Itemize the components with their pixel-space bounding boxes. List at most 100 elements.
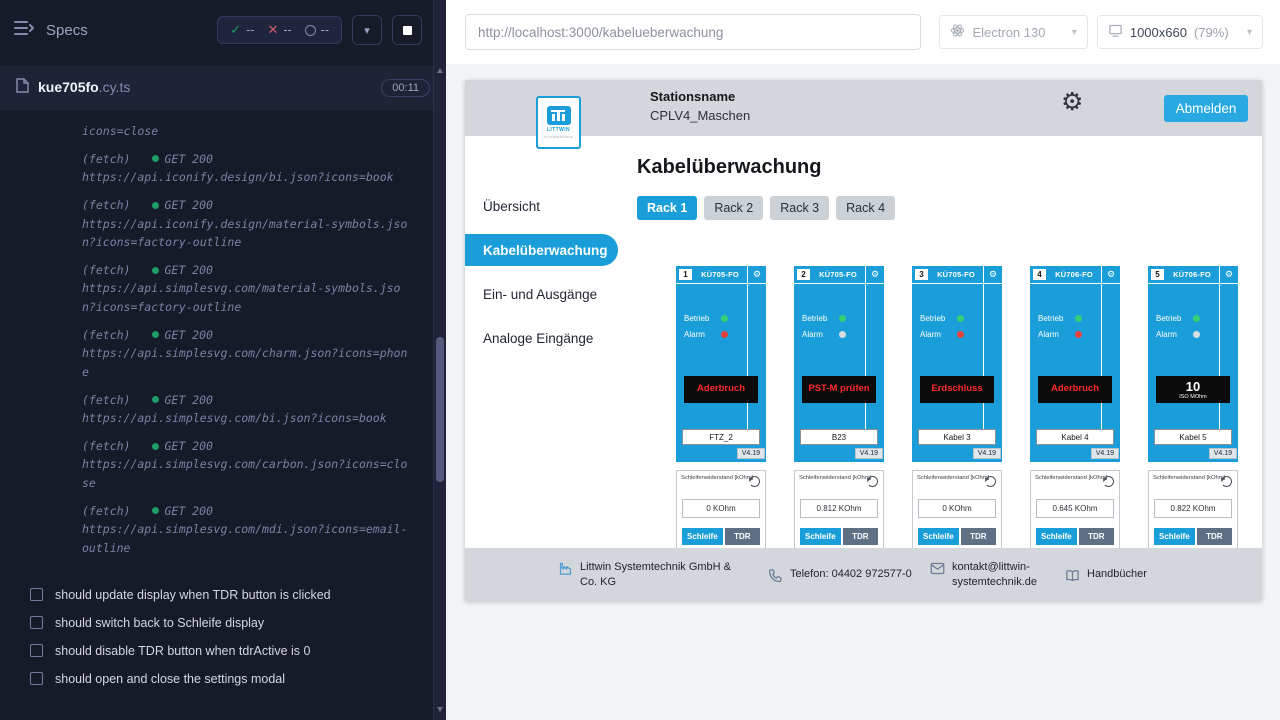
fetch-log-entry[interactable]: (fetch)GET 200 https://api.iconify.desig… — [82, 150, 434, 187]
device-gear-icon[interactable]: ⚙ — [866, 270, 884, 279]
tab-rack-4[interactable]: Rack 4 — [836, 196, 895, 220]
alarm-status-box: PST-M prüfen — [802, 376, 876, 403]
browser-select[interactable]: Electron 130 ▾ — [939, 15, 1087, 49]
refresh-icon[interactable] — [749, 476, 760, 487]
sidebar-item-kabelueberwachung[interactable]: Kabelüberwachung — [465, 234, 618, 266]
alarm-led — [957, 331, 964, 338]
logout-button[interactable]: Abmelden — [1164, 95, 1248, 122]
tdr-button[interactable]: TDR — [1197, 528, 1232, 545]
firmware-version: V4.19 — [1209, 448, 1237, 459]
device-card: 4 KÜ706-FO ⚙ Betrieb Alarm Aderbruch Kab… — [1030, 266, 1120, 556]
tdr-button[interactable]: TDR — [725, 528, 760, 545]
scroll-down-icon[interactable] — [437, 707, 443, 712]
log-continuation: icons=close — [82, 122, 434, 141]
alarm-label: Alarm — [1156, 330, 1186, 339]
test-stats: ✓-- ✕-- -- — [217, 16, 342, 44]
sidebar-item-uebersicht[interactable]: Übersicht — [465, 190, 618, 222]
specs-label[interactable]: Specs — [46, 22, 88, 39]
measurement-panel: Schleifenwiderstand [kOhm] 0.645 KOhm Sc… — [1030, 470, 1120, 556]
station-info: Stationsname CPLV4_Maschen — [650, 89, 750, 123]
settings-gear-icon[interactable]: ⚙ — [1061, 90, 1083, 115]
specs-menu-icon[interactable] — [14, 20, 36, 41]
alarm-label: Alarm — [684, 330, 714, 339]
betrieb-led — [957, 315, 964, 322]
sidebar-item-ein-ausgaenge[interactable]: Ein- und Ausgänge — [465, 278, 618, 310]
refresh-icon[interactable] — [1103, 476, 1114, 487]
sidebar-item-analoge-eingaenge[interactable]: Analoge Eingänge — [465, 322, 618, 354]
test-collapse-icon — [30, 616, 43, 629]
device-model: KÜ705-FO — [692, 270, 748, 279]
tdr-button[interactable]: TDR — [843, 528, 878, 545]
refresh-icon[interactable] — [1221, 476, 1232, 487]
device-model: KÜ705-FO — [928, 270, 984, 279]
tab-rack-2[interactable]: Rack 2 — [704, 196, 763, 220]
resistance-label: Schleifenwiderstand [kOhm] — [1153, 475, 1225, 481]
chevron-down-icon: ▾ — [1247, 27, 1252, 38]
firmware-version: V4.19 — [1091, 448, 1119, 459]
stop-button[interactable] — [392, 15, 422, 45]
success-dot-icon — [152, 507, 159, 514]
schleife-button[interactable]: Schleife — [918, 528, 959, 545]
spec-row[interactable]: kue705fo.cy.ts 00:11 — [0, 66, 446, 110]
footer-manuals[interactable]: Handbücher — [1065, 567, 1147, 583]
request-url: https://api.iconify.design/bi.json?icons… — [82, 168, 414, 187]
test-item[interactable]: should update display when TDR button is… — [0, 581, 446, 609]
success-dot-icon — [152, 331, 159, 338]
divider — [983, 266, 984, 429]
footer-email[interactable]: kontakt@littwin-systemtechnik.de — [930, 560, 1047, 590]
footer-phone: Telefon: 04402 972577-0 — [768, 567, 912, 583]
collapse-button[interactable]: ▾ — [352, 15, 382, 45]
device-gear-icon[interactable]: ⚙ — [1220, 270, 1238, 279]
reporter-scrollbar[interactable] — [433, 0, 446, 720]
measurement-panel: Schleifenwiderstand [kOhm] 0 KOhm Schlei… — [912, 470, 1002, 556]
alarm-label: Alarm — [802, 330, 832, 339]
device-gear-icon[interactable]: ⚙ — [984, 270, 1002, 279]
device-gear-icon[interactable]: ⚙ — [1102, 270, 1120, 279]
scroll-up-icon[interactable] — [437, 68, 443, 73]
spec-file-icon — [16, 78, 29, 98]
resistance-value: 0 KOhm — [682, 499, 760, 518]
fetch-log-entry[interactable]: (fetch)GET 200 https://api.simplesvg.com… — [82, 261, 434, 317]
test-item[interactable]: should disable TDR button when tdrActive… — [0, 637, 446, 665]
test-item[interactable]: should open and close the settings modal — [0, 665, 446, 693]
device-gear-icon[interactable]: ⚙ — [748, 270, 766, 279]
betrieb-label: Betrieb — [920, 314, 950, 323]
url-input[interactable] — [465, 14, 921, 50]
betrieb-label: Betrieb — [1038, 314, 1068, 323]
device-number: 2 — [797, 269, 810, 280]
browser-name: Electron 130 — [972, 25, 1045, 40]
refresh-icon[interactable] — [867, 476, 878, 487]
electron-icon — [950, 23, 965, 41]
app-under-test: LITTWIN SYSTEMTECHNIK Stationsname CPLV4… — [465, 80, 1262, 601]
scrollbar-thumb[interactable] — [436, 337, 444, 482]
tab-rack-3[interactable]: Rack 3 — [770, 196, 829, 220]
refresh-icon[interactable] — [985, 476, 996, 487]
device-model: KÜ705-FO — [810, 270, 866, 279]
spec-extension: .cy.ts — [99, 79, 131, 95]
fetch-log-entry[interactable]: (fetch)GET 200 https://api.simplesvg.com… — [82, 391, 434, 428]
viewport-size-select[interactable]: 1000x660 (79%) ▾ — [1097, 15, 1263, 49]
device-card: 5 KÜ706-FO ⚙ Betrieb Alarm 10 IS — [1148, 266, 1238, 556]
request-url: https://api.simplesvg.com/material-symbo… — [82, 279, 414, 316]
tdr-button[interactable]: TDR — [1079, 528, 1114, 545]
fetch-log-entry[interactable]: (fetch)GET 200 https://api.simplesvg.com… — [82, 502, 434, 558]
betrieb-led — [721, 315, 728, 322]
betrieb-led — [1075, 315, 1082, 322]
betrieb-led — [839, 315, 846, 322]
divider — [865, 266, 866, 429]
test-item[interactable]: should switch back to Schleife display — [0, 609, 446, 637]
fetch-log-entry[interactable]: (fetch)GET 200 https://api.simplesvg.com… — [82, 326, 434, 382]
tdr-button[interactable]: TDR — [961, 528, 996, 545]
resistance-label: Schleifenwiderstand [kOhm] — [799, 475, 871, 481]
fetch-log-entry[interactable]: (fetch)GET 200 https://api.simplesvg.com… — [82, 437, 434, 493]
browser-url-bar: Electron 130 ▾ 1000x660 (79%) ▾ — [446, 0, 1280, 64]
alarm-label: Alarm — [1038, 330, 1068, 339]
schleife-button[interactable]: Schleife — [800, 528, 841, 545]
tab-rack-1[interactable]: Rack 1 — [637, 196, 697, 220]
schleife-button[interactable]: Schleife — [1036, 528, 1077, 545]
schleife-button[interactable]: Schleife — [682, 528, 723, 545]
success-dot-icon — [152, 443, 159, 450]
fetch-log-entry[interactable]: (fetch)GET 200 https://api.iconify.desig… — [82, 196, 434, 252]
test-list: should update display when TDR button is… — [0, 573, 446, 693]
schleife-button[interactable]: Schleife — [1154, 528, 1195, 545]
